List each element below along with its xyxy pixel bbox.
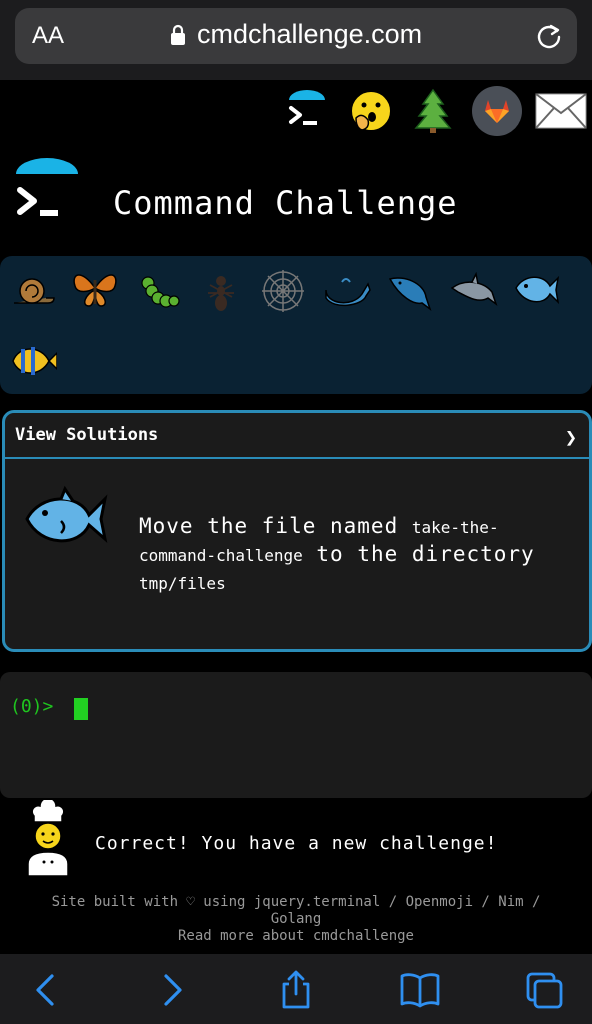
- chevron-right-icon: ❯: [564, 425, 577, 449]
- footer-credits-line[interactable]: Site built with ♡ using jquery.terminal …: [0, 894, 592, 911]
- dolphin-icon[interactable]: [448, 268, 498, 318]
- challenge-directory: tmp/files: [139, 574, 226, 593]
- tropical-fish-icon[interactable]: [8, 336, 58, 386]
- lock-icon: [171, 24, 185, 45]
- hand-over-mouth-emoji-icon[interactable]: [344, 84, 398, 138]
- terminal-icon[interactable]: [280, 84, 334, 138]
- fish-icon[interactable]: [510, 264, 560, 314]
- gitlab-icon[interactable]: [470, 84, 524, 138]
- address-bar[interactable]: AA cmdchallenge.com: [15, 8, 577, 64]
- bookmarks-icon[interactable]: [400, 970, 440, 1010]
- command-challenge-logo-icon[interactable]: [14, 158, 80, 228]
- butterfly-icon[interactable]: [70, 264, 120, 314]
- ant-icon[interactable]: [196, 268, 246, 318]
- spouting-whale-icon[interactable]: [384, 266, 434, 316]
- challenge-text-start: Move the file named: [139, 514, 412, 538]
- share-icon[interactable]: [276, 970, 316, 1010]
- challenge-text-middle: to the directory: [302, 542, 535, 566]
- challenge-description: Move the file named take-the-command-cha…: [139, 513, 559, 597]
- read-more-link[interactable]: Read more about cmdchallenge: [0, 928, 592, 945]
- fish-icon: [25, 485, 108, 544]
- page-title: Command Challenge: [113, 184, 458, 222]
- tree-icon[interactable]: [406, 84, 460, 138]
- terminal-cursor[interactable]: [74, 698, 88, 720]
- site-footer: Site built with ♡ using jquery.terminal …: [0, 894, 592, 945]
- footer-credits-line-2[interactable]: Golang: [0, 911, 592, 928]
- spider-web-icon[interactable]: [258, 266, 308, 316]
- whale-icon[interactable]: [322, 266, 372, 316]
- text-size-button[interactable]: AA: [32, 22, 64, 50]
- feedback-message: Correct! You have a new challenge!: [95, 833, 498, 854]
- chef-icon: [27, 800, 69, 876]
- snail-icon[interactable]: [8, 266, 58, 316]
- terminal-prompt: (0)>: [10, 696, 54, 717]
- level-selector: [0, 256, 592, 394]
- mail-icon[interactable]: [534, 84, 588, 138]
- back-icon[interactable]: [26, 970, 66, 1010]
- challenge-card: View Solutions ❯ Move the file named tak…: [2, 410, 592, 652]
- forward-icon[interactable]: [152, 970, 192, 1010]
- view-solutions-header[interactable]: View Solutions ❯: [5, 413, 589, 459]
- caterpillar-icon[interactable]: [134, 268, 184, 318]
- tabs-icon[interactable]: [524, 970, 564, 1010]
- reload-icon[interactable]: [535, 22, 563, 50]
- browser-top-bar: AA cmdchallenge.com: [0, 0, 592, 80]
- terminal[interactable]: (0)>: [0, 672, 592, 798]
- view-solutions-label: View Solutions: [15, 425, 159, 445]
- url-text: cmdchallenge.com: [197, 19, 423, 49]
- browser-bottom-toolbar: [0, 954, 592, 1024]
